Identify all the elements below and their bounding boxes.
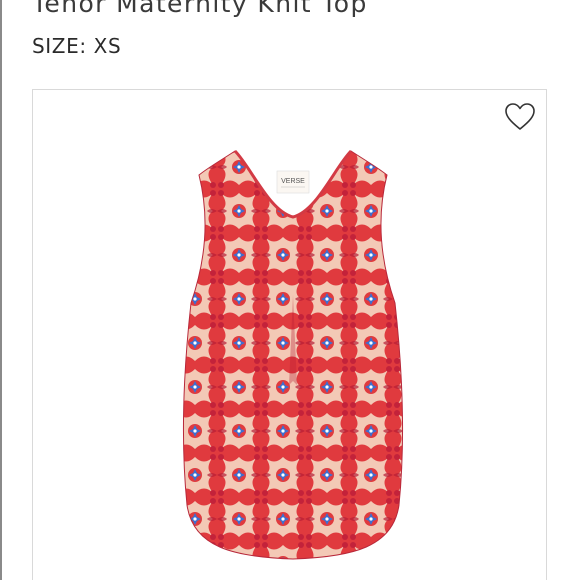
size-value: XS bbox=[93, 34, 122, 58]
brand-label-text: VERSE bbox=[281, 178, 305, 185]
product-image-card[interactable]: VERSE bbox=[32, 89, 547, 580]
heart-icon[interactable] bbox=[504, 102, 536, 132]
size-info: SIZE: XS bbox=[32, 34, 121, 58]
sleeveless-top-image: VERSE bbox=[183, 149, 403, 560]
product-title: Tenor Maternity Knit Top bbox=[32, 0, 368, 18]
size-label: SIZE: bbox=[32, 34, 87, 58]
left-edge-divider bbox=[0, 0, 2, 580]
